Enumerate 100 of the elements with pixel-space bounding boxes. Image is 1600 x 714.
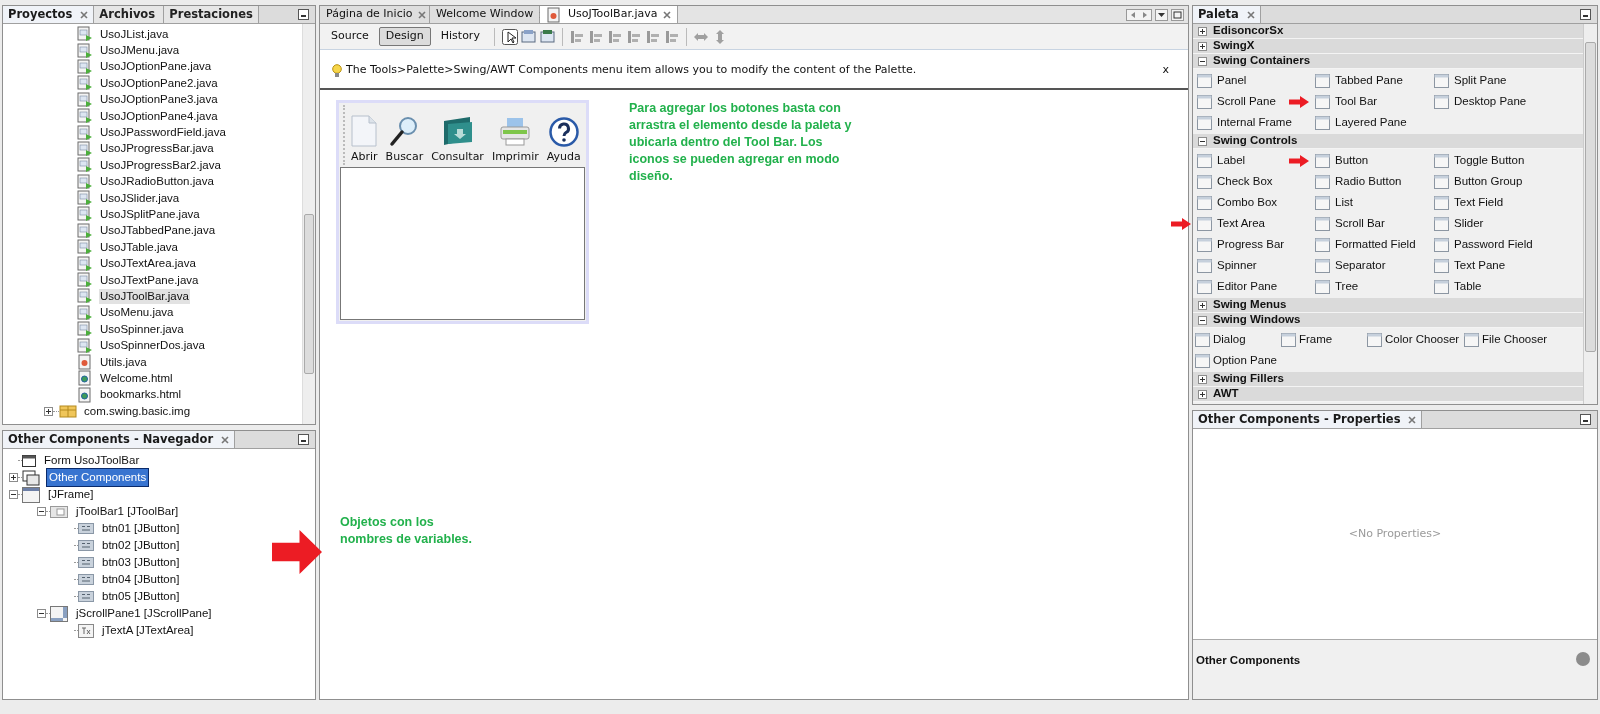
text-area[interactable] [340,167,585,320]
file-node[interactable]: UsoJTextArea.java [99,256,197,272]
palette-item[interactable]: List [1335,193,1353,212]
palette-item[interactable]: Text Area [1217,214,1265,233]
palette-category[interactable]: Swing Fillers [1193,372,1583,387]
align-right-icon[interactable] [587,28,604,45]
close-icon[interactable] [80,10,89,19]
palette-category[interactable]: SwingX [1193,39,1583,54]
palette-item[interactable]: Tree [1335,277,1359,296]
palette-item[interactable]: Slider [1454,214,1484,233]
file-node[interactable]: UsoJProgressBar.java [99,141,215,157]
align-left-icon[interactable] [568,28,585,45]
component-node[interactable]: jTextA [JTextArea] [100,621,196,640]
palette-item[interactable]: Dialog [1213,330,1246,349]
close-hint-button[interactable]: x [1159,62,1172,79]
palette-category[interactable]: EdisoncorSx [1193,24,1583,39]
toolbar-button[interactable]: Buscar [385,114,424,165]
palette-item[interactable]: Spinner [1217,256,1257,275]
file-node[interactable]: UsoJOptionPane4.java [99,108,219,124]
expand-icon[interactable] [1198,26,1207,36]
view-toggle[interactable]: Design [378,27,431,46]
file-node[interactable]: Welcome.html [99,370,174,386]
palette-item[interactable]: Internal Frame [1217,113,1292,132]
editor-tab[interactable]: UsoJToolBar.java [540,6,679,23]
file-node[interactable]: UsoJSlider.java [99,190,181,206]
editor-tab[interactable]: Welcome Window [430,6,540,23]
palette-item[interactable]: Scroll Bar [1335,214,1385,233]
panel-tab[interactable]: Prestaciones [164,6,259,23]
toolbar-button[interactable]: Imprimir [491,116,539,165]
file-node[interactable]: UsoJTable.java [99,239,179,255]
file-node[interactable]: bookmarks.html [99,387,183,403]
panel-tab[interactable]: Other Components - Navegador [3,431,236,448]
dropdown-icon[interactable] [1155,8,1168,21]
palette-item[interactable]: Table [1454,277,1482,296]
minimize-icon[interactable] [1580,414,1591,425]
file-node[interactable]: UsoMenu.java [99,305,175,321]
preview-icon[interactable] [539,28,556,45]
file-node[interactable]: com.swing.basic.img [83,403,192,419]
component-node[interactable]: [JFrame] [46,485,96,504]
palette-item[interactable]: Progress Bar [1217,235,1285,254]
minimize-icon[interactable] [1580,9,1591,20]
file-node[interactable]: Utils.java [99,354,148,370]
close-icon[interactable] [1246,10,1255,19]
scrollbar[interactable] [1583,24,1597,404]
toolbar-button[interactable]: Consultar [431,114,484,165]
file-node[interactable]: UsoJMenu.java [99,43,181,59]
palette-item[interactable]: Option Pane [1213,351,1277,370]
view-toggle[interactable]: History [433,27,487,46]
file-node[interactable]: UsoJSplitPane.java [99,207,201,222]
palette-item[interactable]: Text Pane [1454,256,1506,275]
collapse-icon[interactable] [1198,315,1207,325]
close-icon[interactable] [1408,415,1417,424]
minimize-icon[interactable] [298,9,309,20]
expand-icon[interactable] [1198,41,1207,51]
align-bottom-icon[interactable] [644,28,661,45]
collapse-icon[interactable] [37,507,46,516]
palette-item[interactable]: Color Chooser [1385,330,1460,349]
palette-item[interactable]: Desktop Pane [1454,92,1527,111]
file-node[interactable]: UsoJTextPane.java [99,272,200,288]
palette-category[interactable]: AWT [1193,387,1583,402]
file-node[interactable]: UsoJTabbedPane.java [99,223,217,239]
expand-icon[interactable] [1198,374,1207,384]
palette-item[interactable]: Layered Pane [1335,113,1407,132]
panel-tab[interactable]: Paleta [1193,6,1261,23]
palette-item[interactable]: Tool Bar [1335,92,1378,111]
file-node[interactable]: UsoJRadioButton.java [99,174,215,190]
palette-item[interactable]: Tabbed Pane [1335,71,1403,90]
align-top-icon[interactable] [625,28,642,45]
editor-tab[interactable]: Página de Inicio [320,6,430,23]
palette-item[interactable]: Separator [1335,256,1386,275]
toolbar-button[interactable]: Ayuda [546,116,581,165]
collapse-icon[interactable] [37,609,46,618]
palette-item[interactable]: Text Field [1454,193,1504,212]
component-node[interactable]: Form UsoJToolBar [42,451,142,470]
palette-item[interactable]: Split Pane [1454,71,1507,90]
palette-item[interactable]: Editor Pane [1217,277,1278,296]
toolbar-button[interactable]: Abrir [351,114,378,165]
file-node[interactable]: UsoJProgressBar2.java [99,157,222,173]
palette-category[interactable]: Swing Controls [1193,134,1583,149]
expand-icon[interactable] [44,406,53,416]
close-icon[interactable] [418,10,427,19]
center-vertical-icon[interactable] [663,28,680,45]
component-node[interactable]: btn02 [JButton] [100,536,182,555]
palette-category[interactable]: Swing Windows [1193,313,1583,328]
component-node[interactable]: btn01 [JButton] [100,519,182,538]
file-node[interactable]: UsoJOptionPane3.java [99,92,219,108]
palette-item[interactable]: Combo Box [1217,193,1278,212]
file-node[interactable]: UsoJPasswordField.java [99,125,227,141]
collapse-icon[interactable] [1198,136,1207,146]
help-icon[interactable] [1576,652,1590,666]
palette-item[interactable]: Button [1335,151,1369,170]
close-icon[interactable] [663,10,672,19]
palette-item[interactable]: Radio Button [1335,172,1402,191]
palette-item[interactable]: Label [1217,151,1246,170]
palette-item[interactable]: Frame [1299,330,1333,349]
panel-tab[interactable]: Archivos [94,6,165,23]
palette-item[interactable]: Toggle Button [1454,151,1525,170]
panel-tab[interactable]: Proyectos [3,6,95,23]
file-node[interactable]: UsoJOptionPane2.java [99,75,219,91]
file-node[interactable]: UsoJOptionPane.java [99,59,213,75]
